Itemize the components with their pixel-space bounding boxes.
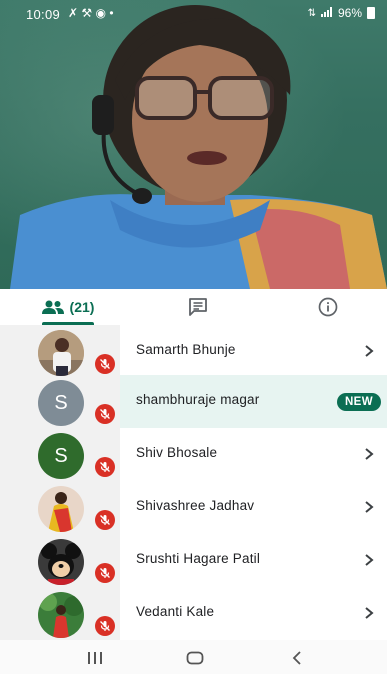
- chevron-right-icon[interactable]: [361, 444, 377, 464]
- meeting-tabs: (21): [0, 289, 387, 326]
- dot-icon: •: [109, 6, 114, 20]
- participant-name: Shivashree Jadhav: [136, 498, 255, 513]
- mic-off-icon: [95, 404, 115, 424]
- mic-off-icon: [95, 563, 115, 583]
- chat-icon: [189, 298, 207, 316]
- avatar: S: [38, 433, 84, 479]
- data-icon: ⇅: [307, 7, 316, 19]
- participant-name: Samarth Bhunje: [136, 342, 236, 357]
- video-feed[interactable]: 10:09 ✗ ⚒ ◉ • ⇅ 96%: [0, 0, 387, 289]
- recents-button[interactable]: [80, 647, 110, 669]
- back-button[interactable]: [282, 647, 312, 669]
- new-badge: NEW: [336, 393, 381, 411]
- app-icon: ◉: [95, 6, 106, 20]
- notification-icons: ✗ ⚒ ◉ •: [68, 6, 114, 20]
- recents-icon: [88, 652, 102, 664]
- mic-off-icon: [95, 354, 115, 374]
- missed-call-icon: ✗: [68, 6, 79, 20]
- avatar: [38, 330, 84, 376]
- participant-name: shambhuraje magar: [136, 392, 260, 407]
- participant-name: Shiv Bhosale: [136, 445, 218, 460]
- wrench-icon: ⚒: [81, 6, 93, 20]
- people-count: (21): [69, 299, 95, 315]
- people-icon: [41, 300, 64, 314]
- participant-row[interactable]: S Shiv Bhosale: [0, 428, 387, 481]
- participant-row[interactable]: Srushti Hagare Patil: [0, 534, 387, 587]
- status-right: ⇅ 96%: [308, 6, 375, 20]
- tab-info[interactable]: [300, 289, 356, 325]
- participant-row[interactable]: Samarth Bhunje: [0, 325, 387, 378]
- participant-list[interactable]: Samarth Bhunje S shambhuraje magar NEW S…: [0, 325, 387, 640]
- status-bar: 10:09 ✗ ⚒ ◉ • ⇅ 96%: [0, 0, 387, 28]
- participant-row[interactable]: S shambhuraje magar NEW: [0, 375, 387, 428]
- participant-row[interactable]: Shivashree Jadhav: [0, 481, 387, 534]
- avatar: [38, 486, 84, 532]
- battery-icon: [367, 7, 375, 19]
- battery-percent: 96%: [337, 6, 362, 20]
- chevron-right-icon[interactable]: [361, 603, 377, 623]
- status-time: 10:09: [26, 7, 61, 22]
- signal-icon: [320, 6, 333, 20]
- avatar: [38, 539, 84, 585]
- participant-name: Vedanti Kale: [136, 604, 215, 619]
- avatar: [38, 592, 84, 638]
- speaker-video-image: [10, 5, 387, 289]
- tab-people[interactable]: (21): [20, 289, 116, 325]
- system-nav-bar: [0, 640, 387, 674]
- home-icon: [186, 651, 204, 665]
- tab-chat[interactable]: [170, 289, 226, 325]
- chevron-right-icon[interactable]: [361, 341, 377, 361]
- avatar: S: [38, 380, 84, 426]
- participant-row[interactable]: Vedanti Kale: [0, 587, 387, 640]
- chevron-right-icon[interactable]: [361, 550, 377, 570]
- home-button[interactable]: [180, 647, 210, 669]
- info-icon: [318, 297, 338, 317]
- chevron-right-icon[interactable]: [361, 497, 377, 517]
- mic-off-icon: [95, 616, 115, 636]
- mic-off-icon: [95, 457, 115, 477]
- back-icon: [292, 651, 301, 665]
- mic-off-icon: [95, 510, 115, 530]
- participant-name: Srushti Hagare Patil: [136, 551, 261, 566]
